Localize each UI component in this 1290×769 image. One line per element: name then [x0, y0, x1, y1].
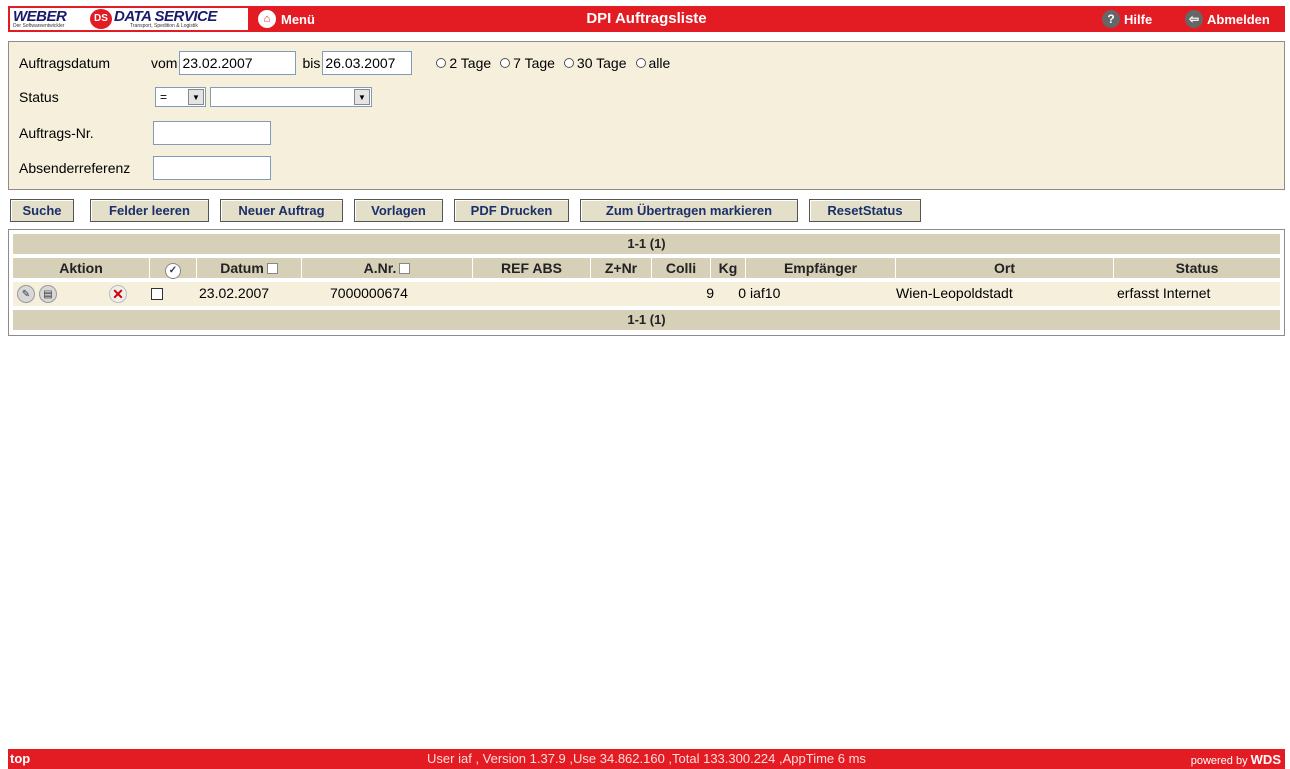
radio-label: 7 Tage [513, 55, 555, 71]
order-table: 1-1 (1) Aktion ✓ Datum A.Nr. REF ABS Z+N… [8, 229, 1285, 336]
radio-circle-icon [563, 58, 574, 68]
status-row: Status = ▼ ▼ [19, 87, 372, 107]
date-to-input[interactable] [322, 51, 413, 75]
pager-bottom: 1-1 (1) [13, 310, 1280, 330]
status-footer: top User iaf , Version 1.37.9 ,Use 34.86… [8, 749, 1285, 769]
column-header-status: Status [1175, 260, 1219, 276]
radio-label: alle [648, 55, 671, 71]
column-header-select-all: ✓ [150, 258, 197, 279]
cell-datum: 23.02.2007 [199, 285, 270, 301]
cell-kg: 0 [738, 285, 746, 301]
page-title: DPI Auftragsliste [586, 10, 707, 27]
date-row: Auftragsdatum vom bis 2 Tage 7 Tage 30 T… [19, 51, 679, 75]
help-icon: ? [1102, 10, 1120, 28]
table-header: Aktion ✓ Datum A.Nr. REF ABS Z+Nr Colli … [13, 258, 1280, 279]
sender-ref-input[interactable] [153, 156, 271, 180]
order-no-label: Auftrags-Nr. [19, 125, 94, 141]
status-operator-select[interactable]: = ▼ [155, 87, 206, 107]
top-bar: WEBER DS DATA SERVICE Der Softwareentwic… [8, 6, 1285, 32]
range-radio-2-days[interactable]: 2 Tage [436, 55, 491, 71]
chevron-down-icon: ▼ [188, 89, 204, 105]
help-button[interactable]: ? Hilfe [1102, 10, 1152, 28]
cell-empfaenger: iaf10 [750, 285, 781, 301]
date-label: Auftragsdatum [19, 55, 111, 71]
check-all-icon[interactable]: ✓ [165, 263, 181, 279]
sort-icon[interactable] [266, 262, 278, 274]
cell-anr: 7000000674 [330, 285, 408, 301]
column-header-ref-abs: REF ABS [473, 258, 591, 278]
column-header-znr: Z+Nr [591, 258, 652, 278]
session-info: User iaf , Version 1.37.9 ,Use 34.862.16… [427, 751, 866, 766]
powered-by: powered by WDS [1191, 752, 1281, 767]
from-label: vom [151, 55, 178, 71]
help-label: Hilfe [1124, 11, 1153, 27]
reset-status-button[interactable]: ResetStatus [809, 199, 921, 222]
column-header-kg: Kg [711, 258, 746, 278]
status-label: Status [19, 89, 59, 105]
mark-for-transfer-button[interactable]: Zum Übertragen markieren [580, 199, 798, 222]
chevron-down-icon: ▼ [354, 89, 370, 105]
column-header-datum[interactable]: Datum [197, 258, 302, 278]
pager-top: 1-1 (1) [13, 234, 1280, 254]
logout-button[interactable]: ⇦ Abmelden [1185, 10, 1270, 28]
column-header-colli: Colli [652, 258, 711, 278]
range-radio-30-days[interactable]: 30 Tage [563, 55, 627, 71]
cell-colli: 9 [706, 285, 714, 301]
sender-ref-row: Absenderreferenz [19, 156, 271, 180]
status-select[interactable]: ▼ [210, 87, 372, 107]
column-header-empfaenger: Empfänger [746, 258, 896, 278]
powered-by-brand: WDS [1250, 752, 1281, 767]
column-header-aktion: Aktion [13, 258, 150, 278]
table-row: ✎ ▤ ✕ 23.02.2007 7000000674 9 0 iaf10 Wi… [13, 282, 1280, 306]
column-header-datum-label: Datum [220, 260, 264, 276]
range-radio-7-days[interactable]: 7 Tage [500, 55, 555, 71]
powered-by-prefix: powered by [1190, 755, 1248, 767]
order-no-row: Auftrags-Nr. [19, 121, 271, 145]
print-icon[interactable]: ▤ [39, 285, 57, 303]
row-checkbox[interactable] [151, 288, 163, 300]
clear-fields-button[interactable]: Felder leeren [90, 199, 209, 222]
delete-icon[interactable]: ✕ [109, 285, 127, 303]
sort-icon[interactable] [399, 262, 411, 274]
logout-label: Abmelden [1207, 11, 1270, 27]
radio-circle-icon [635, 58, 646, 68]
range-radio-all[interactable]: alle [635, 55, 671, 71]
cell-status: erfasst Internet [1117, 285, 1211, 301]
radio-circle-icon [436, 58, 447, 68]
column-header-anr-label: A.Nr. [363, 260, 397, 276]
new-order-button[interactable]: Neuer Auftrag [220, 199, 343, 222]
search-button[interactable]: Suche [10, 199, 74, 222]
status-operator-value: = [160, 90, 168, 104]
edit-icon[interactable]: ✎ [17, 285, 35, 303]
column-header-anr[interactable]: A.Nr. [302, 258, 473, 278]
filter-panel: Auftragsdatum vom bis 2 Tage 7 Tage 30 T… [8, 41, 1285, 190]
templates-button[interactable]: Vorlagen [354, 199, 443, 222]
sender-ref-label: Absenderreferenz [19, 160, 131, 176]
cell-ort: Wien-Leopoldstadt [896, 285, 1013, 301]
date-from-input[interactable] [179, 51, 297, 75]
radio-circle-icon [500, 58, 511, 68]
to-label: bis [302, 55, 321, 71]
pdf-print-button[interactable]: PDF Drucken [454, 199, 569, 222]
radio-label: 30 Tage [576, 55, 627, 71]
logout-icon: ⇦ [1185, 10, 1203, 28]
radio-label: 2 Tage [449, 55, 492, 71]
order-no-input[interactable] [153, 121, 271, 145]
column-header-ort: Ort [896, 258, 1114, 278]
